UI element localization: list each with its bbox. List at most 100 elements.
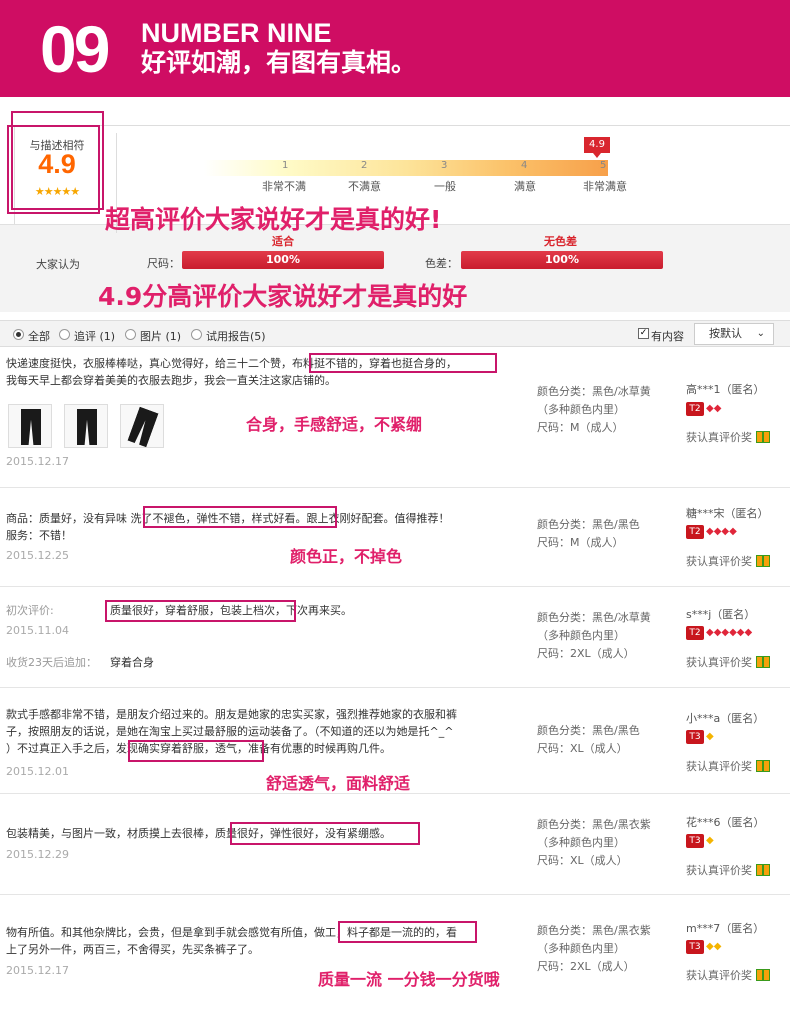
filter-all-radio[interactable] (13, 329, 24, 340)
filter-append-label[interactable]: 追评 (1) (74, 328, 115, 344)
reviewer-name[interactable]: m***7（匿名） (686, 920, 764, 936)
sku-color: 颜色分类：黑色/黑色 (537, 724, 640, 737)
highlight-frame (230, 822, 420, 845)
sku-size: 尺码：XL（成人） (537, 854, 628, 867)
sku-color: 颜色分类：黑色/冰草黄 (537, 611, 651, 624)
has-content-checkbox[interactable]: ✓ (638, 328, 649, 339)
filter-all-label[interactable]: 全部 (28, 328, 50, 344)
credit-gems-icon: ◆◆ (706, 941, 722, 952)
highlight-frame (128, 740, 264, 762)
review-item (0, 895, 790, 1024)
review-text-part: 服务：不错！ (6, 529, 72, 542)
scale-tick: 2 (361, 160, 368, 171)
sku-color: 颜色分类：黑色/黑色 (537, 518, 640, 531)
highlight-frame (7, 125, 100, 214)
chevron-down-icon: ⌄ (756, 328, 765, 339)
filter-pics-label[interactable]: 图片 (1) (140, 328, 181, 344)
reward-text: 获认真评价奖 (686, 864, 752, 877)
scale-tick: 5 (600, 160, 607, 171)
gift-icon (756, 969, 770, 981)
scale-tick: 4 (521, 160, 528, 171)
pants-image (77, 409, 97, 445)
banner-title-cn: 好评如潮，有图有真相。 (141, 48, 417, 77)
sku-size: 尺码：M（成人） (537, 421, 624, 434)
reward-label: 获认真评价奖 (686, 654, 770, 670)
review-text-part: 商品：质量好，没有异味 (6, 512, 127, 525)
reward-text: 获认真评价奖 (686, 969, 752, 982)
highlight-frame (338, 921, 477, 943)
sku-size: 尺码：2XL（成人） (537, 647, 635, 660)
level-badge: T3 (686, 730, 704, 744)
level-badge: T2 (686, 402, 704, 416)
highlight-frame (143, 506, 337, 528)
sku-info: 颜色分类：黑色/冰草黄 （多种颜色内里） 尺码：M（成人） (537, 383, 651, 437)
reviewer-name[interactable]: 糖***宋（匿名） (686, 505, 769, 521)
annotation: 合身，手感舒适，不紧绷 (246, 415, 423, 434)
reward-text: 获认真评价奖 (686, 555, 752, 568)
sort-label: 按默认 (709, 327, 742, 340)
size-verdict: 适合 (272, 235, 294, 248)
pants-image (21, 409, 41, 445)
review-photo[interactable] (64, 404, 108, 448)
slogan-primary: 超高评价大家说好才是真的好! (105, 205, 442, 234)
review-photo[interactable] (120, 404, 164, 448)
append-label: 收货23天后追加： (6, 656, 97, 669)
sku-color-note: （多种颜色内里） (537, 629, 625, 642)
sku-info: 颜色分类：黑色/黑色 尺码：M（成人） (537, 516, 640, 552)
score-flag: 4.9 (584, 137, 610, 158)
level-badge: T2 (686, 626, 704, 640)
has-content-label[interactable]: 有内容 (651, 328, 684, 344)
sku-info: 颜色分类：黑色/冰草黄 （多种颜色内里） 尺码：2XL（成人） (537, 609, 651, 663)
highlight-frame (309, 353, 497, 373)
sku-size: 尺码：M（成人） (537, 536, 624, 549)
filter-trial-radio[interactable] (191, 329, 202, 340)
scale-label: 不满意 (348, 180, 381, 193)
reward-text: 获认真评价奖 (686, 760, 752, 773)
size-percent-bar: 100% (182, 251, 384, 269)
scale-label: 一般 (434, 180, 456, 193)
review-text-line: 上了另外一件，两百三，不舍得买，先买条裤子了。 (6, 943, 259, 956)
review-date: 2015.12.25 (6, 549, 69, 562)
reviewer-name[interactable]: s***j（匿名） (686, 606, 755, 622)
reviewer-name[interactable]: 高***1（匿名） (686, 381, 765, 397)
gift-icon (756, 431, 770, 443)
color-diff-label: 色差： (425, 257, 458, 270)
review-photo[interactable] (8, 404, 52, 448)
sku-color: 颜色分类：黑色/冰草黄 (537, 385, 651, 398)
append-text: 穿着合身 (110, 656, 154, 669)
sort-dropdown[interactable]: 按默认 ⌄ (694, 323, 774, 345)
reward-text: 获认真评价奖 (686, 656, 752, 669)
public-opinion-label: 大家认为 (36, 258, 80, 271)
append-review: 收货23天后追加： 穿着合身 (6, 654, 506, 671)
review-filter-bar: 全部 追评 (1) 图片 (1) 试用报告(5) ✓ 有内容 按默认 ⌄ (0, 320, 790, 347)
credit-gems-icon: ◆◆◆◆ (706, 526, 737, 537)
sku-color-note: （多种颜色内里） (537, 942, 625, 955)
slogan-secondary: 4.9分高评价大家说好才是真的好 (98, 282, 468, 311)
highlight-frame (105, 600, 296, 622)
sku-info: 颜色分类：黑色/黑色 尺码：XL（成人） (537, 722, 640, 758)
sku-color-note: （多种颜色内里） (537, 403, 625, 416)
sku-info: 颜色分类：黑色/黑衣紫 （多种颜色内里） 尺码：XL（成人） (537, 816, 651, 870)
color-verdict: 无色差 (544, 235, 577, 248)
reviewer-name[interactable]: 小***a（匿名） (686, 710, 764, 726)
annotation: 舒适透气，面料舒适 (266, 774, 411, 793)
size-label: 尺码： (147, 257, 180, 270)
review-date: 2015.12.29 (6, 848, 69, 861)
credit-gems-icon: ◆ (706, 731, 714, 742)
filter-trial-label[interactable]: 试用报告(5) (206, 328, 266, 344)
scale-label: 非常不满 (262, 180, 306, 193)
reward-label: 获认真评价奖 (686, 429, 770, 445)
sku-size: 尺码：2XL（成人） (537, 960, 635, 973)
annotation: 质量一流 一分钱一分货哦 (318, 970, 500, 989)
filter-append-radio[interactable] (59, 329, 70, 340)
review-date: 2015.12.17 (6, 964, 69, 977)
reviewer-name[interactable]: 花***6（匿名） (686, 814, 765, 830)
banner-number: 09 (40, 12, 110, 86)
rating-scale-bar (204, 160, 608, 176)
scale-label: 满意 (514, 180, 536, 193)
review-text-part: 物有所值。和其他杂牌比，会贵，但是拿到手就会感觉有所值， (6, 926, 314, 939)
reward-label: 获认真评价奖 (686, 967, 770, 983)
banner-title-en: NUMBER NINE (141, 18, 332, 48)
filter-pics-radio[interactable] (125, 329, 136, 340)
sku-size: 尺码：XL（成人） (537, 742, 628, 755)
